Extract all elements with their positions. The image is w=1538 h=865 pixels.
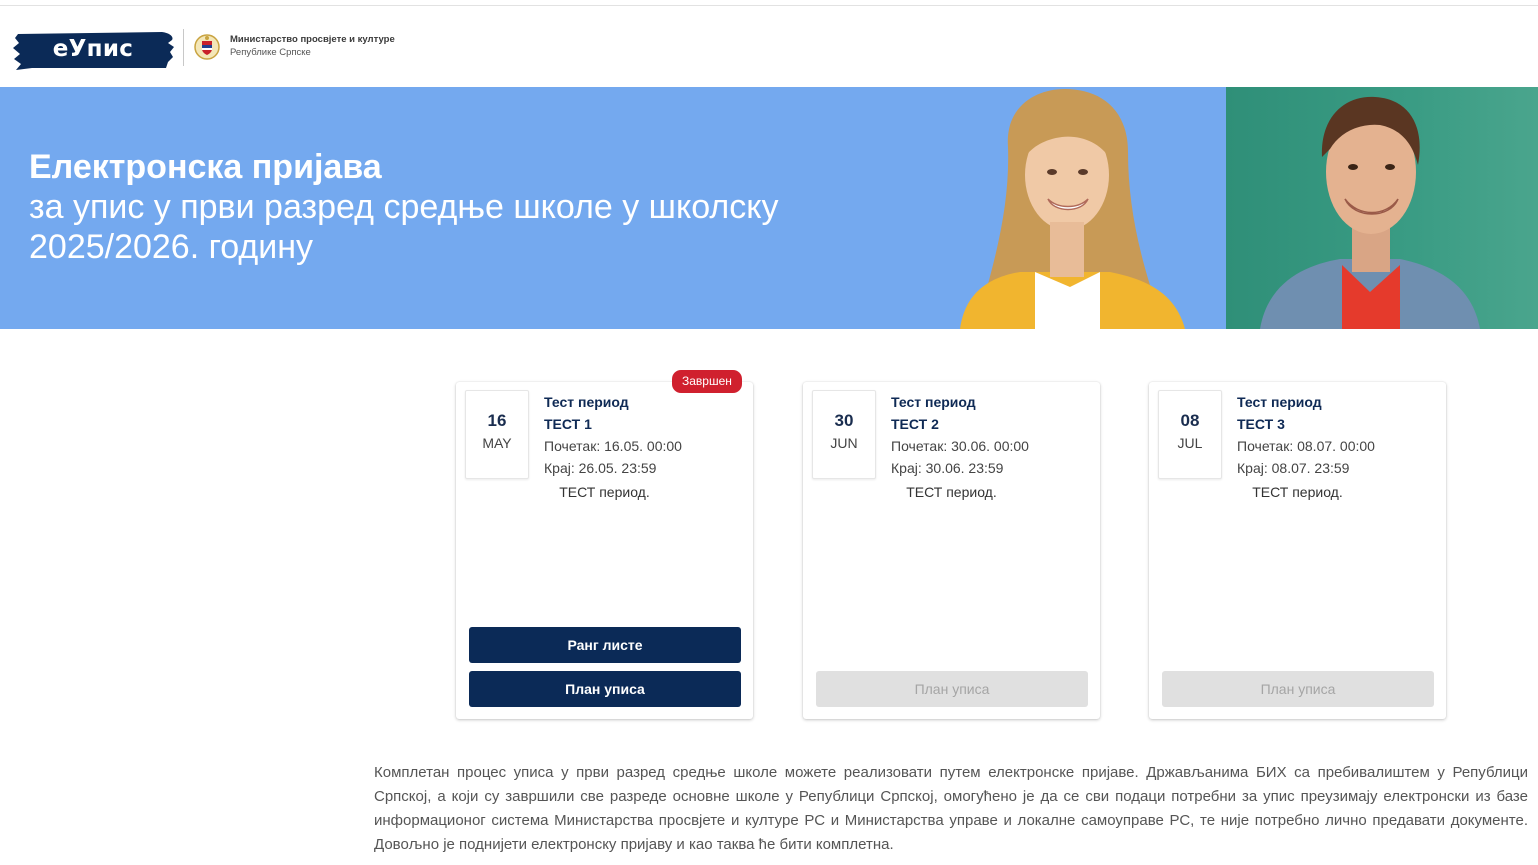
period-card: 08 JUL Тест период ТЕСТ 3 Почетак: 08.07… [1149, 382, 1446, 719]
hero-title-line-3: 2025/2026. годину [29, 228, 314, 266]
period-end: Крај: 26.05. 23:59 [544, 460, 657, 476]
logo-text[interactable]: еУпис [12, 28, 174, 70]
date-month: JUL [1177, 435, 1203, 451]
period-card: Завршен 16 MAY Тест период ТЕСТ 1 Почета… [456, 370, 753, 719]
period-end: Крај: 08.07. 23:59 [1237, 460, 1350, 476]
period-description: ТЕСТ период. [559, 484, 650, 500]
period-start: Почетак: 08.07. 00:00 [1237, 438, 1375, 454]
intro-paragraph: Комплетан процес уписа у први разред сре… [374, 764, 1528, 853]
period-description: ТЕСТ период. [1252, 484, 1343, 500]
date-day: 08 [1180, 411, 1200, 430]
date-box: 16 MAY [465, 390, 529, 479]
site-header: еУпис Министарство просвјете и културе Р… [0, 6, 1538, 87]
period-code: ТЕСТ 3 [1237, 416, 1285, 432]
period-end: Крај: 30.06. 23:59 [891, 460, 1004, 476]
period-info: Тест период ТЕСТ 3 Почетак: 08.07. 00:00… [1237, 391, 1437, 479]
period-description: ТЕСТ период. [906, 484, 997, 500]
status-badge: Завршен [672, 370, 742, 393]
period-info: Тест период ТЕСТ 1 Почетак: 16.05. 00:00… [544, 391, 744, 479]
rank-lists-button[interactable]: Ранг листе [469, 627, 741, 663]
student-girl-photo [960, 89, 1185, 329]
hero-title-line-1: Електронска пријава [29, 148, 382, 186]
date-box: 08 JUL [1158, 390, 1222, 479]
enrollment-plan-button[interactable]: План уписа [469, 671, 741, 707]
date-day: 16 [487, 411, 507, 430]
date-month: JUN [830, 435, 858, 451]
header-divider [183, 29, 184, 66]
period-code: ТЕСТ 2 [891, 416, 939, 432]
period-start: Почетак: 16.05. 00:00 [544, 438, 682, 454]
period-info: Тест период ТЕСТ 2 Почетак: 30.06. 00:00… [891, 391, 1091, 479]
ministry-name: Министарство просвјете и културе Републи… [230, 33, 395, 59]
date-month: MAY [482, 435, 512, 451]
period-name: Тест период [544, 394, 629, 410]
period-name: Тест период [1237, 394, 1322, 410]
ministry-line-2: Републике Српске [230, 47, 311, 58]
date-day: 30 [834, 411, 854, 430]
period-start: Почетак: 30.06. 00:00 [891, 438, 1029, 454]
hero-title-line-2: за упис у први разред средње школе у шко… [29, 188, 779, 226]
period-code: ТЕСТ 1 [544, 416, 592, 432]
enrollment-plan-button[interactable]: План уписа [816, 671, 1088, 707]
ministry-line-1: Министарство просвјете и културе [230, 34, 395, 45]
period-name: Тест период [891, 394, 976, 410]
enrollment-plan-button[interactable]: План уписа [1162, 671, 1434, 707]
date-box: 30 JUN [812, 390, 876, 479]
hero-title: Електронска пријава за упис у први разре… [29, 147, 889, 267]
student-boy-photo [1260, 96, 1480, 329]
hero-banner: Електронска пријава за упис у први разре… [0, 87, 1538, 329]
period-card: 30 JUN Тест период ТЕСТ 2 Почетак: 30.06… [803, 382, 1100, 719]
coat-of-arms-icon [194, 34, 220, 60]
